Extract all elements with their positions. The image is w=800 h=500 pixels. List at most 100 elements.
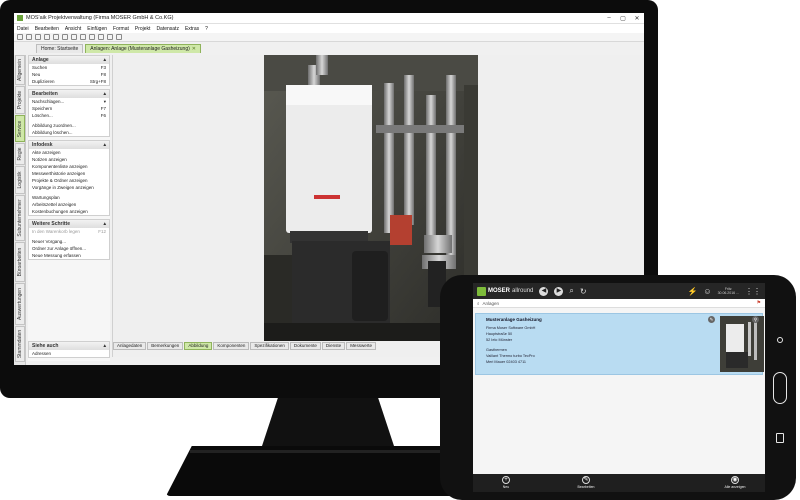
action-projekte-ordner[interactable]: Projekte & Ordner anzeigen	[29, 177, 109, 184]
collapse-icon[interactable]: ▴	[103, 221, 106, 227]
vtab-subunternehmer[interactable]: Subunternehmer	[15, 195, 25, 241]
action-nachschlagen[interactable]: Nachschlagen... ▾	[29, 98, 109, 105]
filter-icon[interactable]: ⚑	[757, 300, 761, 306]
action-neu[interactable]: Neu F8	[29, 71, 109, 78]
subtab-spezifikationen[interactable]: Spezifikationen	[250, 342, 289, 350]
menu-bearbeiten[interactable]: Bearbeiten	[35, 26, 59, 32]
vtab-auswertungen[interactable]: Auswertungen	[15, 283, 25, 325]
search-icon[interactable]: ⌕	[569, 286, 573, 296]
action-arbeitszettel[interactable]: Arbeitszettel anzeigen	[29, 201, 109, 208]
vtab-logistik[interactable]: Logistik	[15, 166, 25, 194]
collapse-icon[interactable]: ▴	[103, 57, 106, 63]
action-duplizieren[interactable]: Duplizieren Strg+F8	[29, 78, 109, 85]
maximize-button[interactable]: ▢	[616, 15, 630, 22]
edit-button[interactable]: ✎ Bearbeiten	[569, 476, 603, 489]
refresh-icon[interactable]: ↻	[580, 287, 587, 296]
tile-icon[interactable]	[116, 34, 122, 40]
group-header[interactable]: Siehe auch ▴	[29, 342, 109, 350]
collapse-icon[interactable]: ▴	[103, 91, 106, 97]
menu-help[interactable]: ?	[205, 26, 208, 32]
tablet-home-button[interactable]	[773, 372, 787, 404]
menu-extras[interactable]: Extras	[185, 26, 199, 32]
window-icon[interactable]	[107, 34, 113, 40]
edit-icon[interactable]: ✎	[708, 316, 715, 323]
vtab-projekte[interactable]: Projekte	[15, 86, 25, 114]
subtab-anlagedaten[interactable]: Anlagedaten	[113, 342, 147, 350]
show-all-button[interactable]: ◉ Alle anzeigen	[717, 476, 753, 489]
collapse-icon[interactable]: ▴	[103, 343, 106, 349]
menu-format[interactable]: Format	[113, 26, 129, 32]
forward-icon[interactable]: ▶	[554, 286, 564, 296]
user-icon[interactable]: ☺	[703, 287, 711, 296]
tab-anlage[interactable]: Anlagen: Anlage (Musteranlage Gasheizung…	[85, 44, 201, 53]
action-abbildung-zuordnen[interactable]: Abbildung zuordnen...	[29, 122, 109, 129]
action-abbildung-loeschen[interactable]: Abbildung löschen...	[29, 129, 109, 136]
grid-menu-icon[interactable]: ⋮⋮	[745, 287, 761, 296]
open-icon[interactable]	[17, 34, 23, 40]
action-label: Neue Messung erfassen	[32, 252, 81, 258]
subtab-dienste[interactable]: Dienste	[321, 342, 346, 350]
sync-off-icon[interactable]: ⚡	[687, 287, 697, 296]
save-icon[interactable]	[26, 34, 32, 40]
down-icon[interactable]	[89, 34, 95, 40]
up-icon[interactable]	[80, 34, 86, 40]
search-input[interactable]: Anlagen	[483, 301, 754, 306]
task-panel: Anlage ▴ Suchen F3 Neu F8 Duplizieren Strg+F…	[28, 55, 110, 361]
action-warenkorb[interactable]: In den Warenkorb legen F12	[29, 228, 109, 235]
action-label: Messwerthistorie anzeigen	[32, 170, 86, 176]
action-akte[interactable]: Akte anzeigen	[29, 149, 109, 156]
refresh-icon[interactable]	[71, 34, 77, 40]
attach-icon[interactable]: ⚲	[752, 316, 759, 323]
group-header[interactable]: Anlage ▴	[29, 56, 109, 64]
new-button[interactable]: + Neu	[491, 476, 521, 489]
group-header[interactable]: Weitere Schritte ▴	[29, 220, 109, 228]
group-header[interactable]: Bearbeiten ▴	[29, 90, 109, 98]
attach-icon[interactable]	[98, 34, 104, 40]
vtab-regie[interactable]: Regie	[15, 143, 25, 165]
action-wartungsplan[interactable]: Wartungsplan	[29, 194, 109, 201]
action-komponentenliste[interactable]: Komponentenliste anzeigen	[29, 163, 109, 170]
tablet-menu-key[interactable]	[776, 433, 784, 443]
menu-datei[interactable]: Datei	[17, 26, 29, 32]
collapse-icon[interactable]: ▴	[103, 142, 106, 148]
tab-close-icon[interactable]: ✕	[192, 46, 196, 52]
subtab-messwerte[interactable]: Messwerte	[346, 342, 376, 350]
result-card[interactable]: Musteranlage Gasheizung Firma Moser Soft…	[475, 313, 764, 375]
vtab-stammdaten[interactable]: Stammdaten	[15, 326, 25, 362]
tablet-header: MOSER allround ◀ ▶ ⌕ ↻ ⚡ ☺ Fritz 30.06.2…	[473, 283, 765, 299]
mail-icon[interactable]	[44, 34, 50, 40]
redo-icon[interactable]	[62, 34, 68, 40]
back-icon[interactable]: ◀	[539, 286, 549, 296]
subtab-bemerkungen[interactable]: Bemerkungen	[147, 342, 184, 350]
action-adressen[interactable]: Adressen	[29, 350, 109, 357]
undo-icon[interactable]	[53, 34, 59, 40]
action-messwerthistorie[interactable]: Messwerthistorie anzeigen	[29, 170, 109, 177]
vtab-service[interactable]: Service	[15, 115, 25, 142]
action-notizen[interactable]: Notizen anzeigen	[29, 156, 109, 163]
action-ordner-oeffnen[interactable]: Ordner zur Anlage öffnen...	[29, 245, 109, 252]
action-kostenbuchungen[interactable]: Kostenbuchungen anzeigen	[29, 208, 109, 215]
close-button[interactable]: ✕	[630, 15, 644, 22]
action-loeschen[interactable]: Löschen... F6	[29, 112, 109, 119]
tablet-back-key[interactable]	[777, 337, 783, 343]
vtab-bueroarbeiten[interactable]: Büroarbeiten	[15, 242, 25, 282]
minimize-button[interactable]: –	[602, 15, 616, 21]
subtab-dokumente[interactable]: Dokumente	[289, 342, 321, 350]
menu-ansicht[interactable]: Ansicht	[65, 26, 81, 32]
action-speichern[interactable]: Speichern F7	[29, 105, 109, 112]
edit-label: Bearbeiten	[577, 485, 595, 489]
print-icon[interactable]	[35, 34, 41, 40]
action-neuer-vorgang[interactable]: Neuer Vorgang...	[29, 238, 109, 245]
group-header[interactable]: Infodesk ▴	[29, 141, 109, 149]
menu-datensatz[interactable]: Datensatz	[156, 26, 179, 32]
action-suchen[interactable]: Suchen F3	[29, 64, 109, 71]
menu-projekt[interactable]: Projekt	[135, 26, 151, 32]
action-neue-messung[interactable]: Neue Messung erfassen	[29, 252, 109, 259]
subtab-abbildung[interactable]: Abbildung	[184, 342, 213, 350]
menu-einfuegen[interactable]: Einfügen	[87, 26, 107, 32]
tab-home[interactable]: Home: Startseite	[36, 44, 84, 53]
action-vorgaenge[interactable]: Vorgänge in Zweigen anzeigen	[29, 184, 109, 191]
subtab-komponenten[interactable]: Komponenten	[213, 342, 250, 350]
tablet-search-bar[interactable]: ⌕ Anlagen ⚑	[473, 299, 765, 308]
vtab-allgemein[interactable]: Allgemein	[15, 55, 25, 85]
